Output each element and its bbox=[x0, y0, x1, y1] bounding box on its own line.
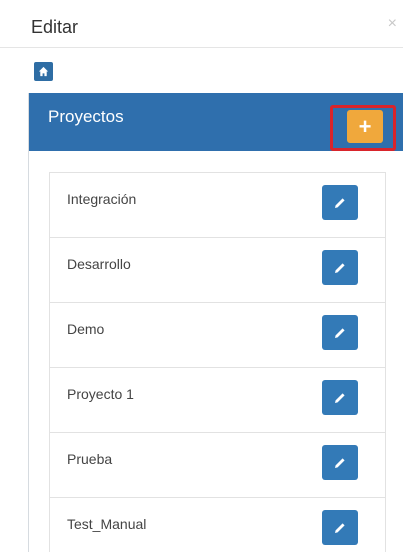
pencil-icon bbox=[335, 392, 345, 403]
edit-project-button[interactable] bbox=[322, 510, 358, 545]
project-list: Integración Desarrollo Demo Proyecto 1 P… bbox=[49, 172, 386, 552]
pencil-icon bbox=[335, 197, 345, 208]
list-item: Proyecto 1 bbox=[50, 368, 385, 433]
projects-panel: Proyectos + Integración Desarrollo Demo … bbox=[28, 93, 403, 552]
edit-project-button[interactable] bbox=[322, 380, 358, 415]
pencil-icon bbox=[335, 522, 345, 533]
edit-project-button[interactable] bbox=[322, 185, 358, 220]
close-icon[interactable]: × bbox=[388, 16, 397, 32]
list-item: Integración bbox=[50, 173, 385, 238]
edit-project-button[interactable] bbox=[322, 315, 358, 350]
list-item: Desarrollo bbox=[50, 238, 385, 303]
project-name: Test_Manual bbox=[67, 516, 147, 532]
pencil-icon bbox=[335, 327, 345, 338]
list-item: Prueba bbox=[50, 433, 385, 498]
edit-project-button[interactable] bbox=[322, 445, 358, 480]
plus-icon: + bbox=[358, 113, 372, 139]
pencil-icon bbox=[335, 457, 345, 468]
pencil-icon bbox=[335, 262, 345, 273]
project-name: Demo bbox=[67, 321, 105, 337]
project-name: Desarrollo bbox=[67, 256, 131, 272]
project-name: Prueba bbox=[67, 451, 113, 467]
home-icon bbox=[38, 66, 49, 77]
panel-title: Proyectos bbox=[48, 107, 124, 126]
dialog-title: Editar bbox=[31, 17, 79, 37]
project-name: Proyecto 1 bbox=[67, 386, 134, 402]
home-button[interactable] bbox=[34, 62, 53, 81]
project-name: Integración bbox=[67, 191, 137, 207]
list-item: Demo bbox=[50, 303, 385, 368]
dialog-header: Editar × bbox=[0, 0, 403, 48]
add-project-button[interactable]: + bbox=[347, 110, 383, 143]
edit-project-button[interactable] bbox=[322, 250, 358, 285]
edit-dialog: Editar × Proyectos + Integración Desarro… bbox=[0, 0, 403, 552]
list-item: Test_Manual bbox=[50, 498, 385, 552]
